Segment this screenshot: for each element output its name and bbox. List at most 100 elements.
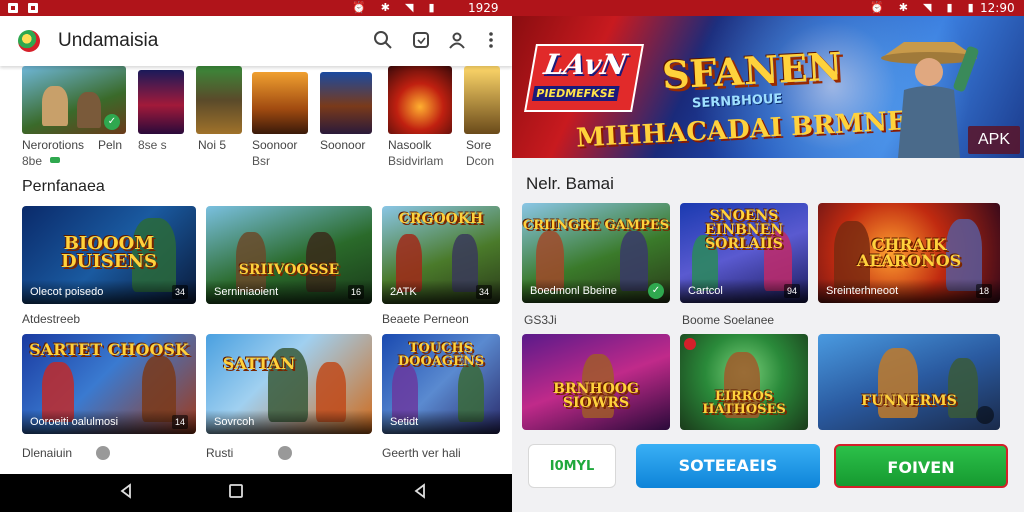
game-card[interactable]: EIRROS HATHOSES: [680, 334, 808, 430]
card-art-title: EIRROS HATHOSES: [702, 388, 786, 417]
game-card[interactable]: FUNNERMS: [818, 334, 1000, 430]
card-caption: Cartcol: [688, 285, 723, 297]
card-art-title: CRIINGRE GAMPES: [522, 218, 670, 233]
game-thumbnail[interactable]: [464, 66, 500, 134]
card-caption: Serniniaoient: [214, 286, 279, 298]
card-badge: 94: [784, 284, 800, 298]
game-card[interactable]: TOUCHS DOOAGENS Setidt: [382, 334, 500, 434]
game-card[interactable]: SRIIVOOSSE Serniniaoient 16: [206, 206, 372, 304]
status-bar: ⏰ ✱ ◥ ▮ 1929: [0, 0, 512, 16]
card-art-title: BRNHOOG SIOWRS: [553, 381, 639, 411]
game-card[interactable]: SNOENS EINBNEN SORLAIIS Cartcol 94: [680, 203, 808, 303]
app-logo-icon: [18, 30, 40, 52]
card-caption: Sovrcoh: [214, 416, 255, 428]
card-art-title: BIOOOM DUISENS: [61, 233, 157, 273]
search-icon[interactable]: [372, 30, 394, 52]
game-card[interactable]: SATTAN Sovrcoh: [206, 334, 372, 434]
game-name: Nasoolk: [388, 138, 432, 152]
game-meta: 8be: [22, 154, 43, 168]
cast-icon[interactable]: [410, 30, 432, 52]
section-title: Pernfanaea: [22, 178, 105, 195]
game-thumbnail[interactable]: [388, 66, 452, 134]
card-badge: 18: [976, 284, 992, 298]
app-bar: Undamaisia: [0, 16, 512, 66]
card-art-title: CRGOOKH: [398, 210, 484, 227]
game-thumbnail[interactable]: [138, 70, 184, 134]
verified-icon: ✓: [104, 114, 120, 130]
game-meta: 8se s: [138, 138, 167, 152]
game-meta: Dcon: [466, 154, 495, 168]
badge-icon: [684, 338, 696, 350]
foiven-button[interactable]: FOIVEN: [834, 444, 1008, 488]
download-icon[interactable]: [278, 446, 292, 460]
game-thumbnail[interactable]: ✓: [22, 66, 126, 134]
card-art-title: CHRAIK AEARONOS: [856, 235, 962, 270]
card-caption: Olecot poisedo: [30, 286, 104, 298]
promo-banner[interactable]: LAvN PIEDMEFKSE SFANEN SERNBHOUE MIHHACA…: [512, 16, 1024, 158]
game-meta: Bsidvirlam: [388, 154, 444, 168]
card-label: Geerth ver hali: [382, 446, 461, 460]
game-card[interactable]: CRIINGRE GAMPES Boedmonl Bbeine ✓: [522, 203, 670, 303]
home-icon[interactable]: [226, 483, 246, 503]
back-icon[interactable]: [116, 483, 136, 503]
status-icons: ⏰ ✱ ◥ ▮: [352, 2, 441, 14]
card-art-title: SARTET CHOOSK: [29, 340, 189, 359]
game-name: Soonoor: [320, 138, 366, 152]
banner-logo: LAvN PIEDMEFKSE: [524, 44, 644, 112]
card-badge: 16: [348, 285, 364, 299]
card-art-title: FUNNERMS: [861, 392, 957, 409]
notification-icon: [8, 3, 18, 13]
game-thumbnail[interactable]: [320, 72, 372, 134]
game-name: Peln: [98, 138, 123, 152]
card-label: GS3Ji: [524, 313, 557, 327]
back-icon[interactable]: [410, 483, 430, 503]
card-caption: Boedmonl Bbeine: [530, 285, 617, 297]
card-caption: Ooroeiti oalulmosi: [30, 416, 119, 428]
status-clock: 1929: [468, 1, 499, 15]
app-title: Undamaisia: [58, 30, 159, 51]
download-icon[interactable]: [976, 406, 994, 424]
game-name: Noi 5: [198, 138, 227, 152]
status-icons: ⏰ ✱ ◥ ▮ ▮: [870, 2, 980, 14]
card-art-title: SRIIVOOSSE: [238, 261, 340, 278]
banner-title: SFANEN: [660, 43, 844, 98]
game-card[interactable]: BRNHOOG SIOWRS: [522, 334, 670, 430]
game-card[interactable]: SARTET CHOOSK Ooroeiti oalulmosi 14: [22, 334, 196, 434]
status-bar: ⏰ ✱ ◥ ▮ ▮ 12:90: [512, 0, 1024, 16]
account-icon[interactable]: [446, 30, 468, 52]
game-name: Sore: [466, 138, 492, 152]
card-caption: 2ATK: [390, 286, 417, 298]
more-vert-icon[interactable]: [480, 30, 502, 52]
notification-icon: [28, 3, 38, 13]
card-badge: 14: [172, 415, 188, 429]
card-art-title: TOUCHS DOOAGENS: [397, 341, 485, 369]
game-name: Nerorotions: [22, 138, 85, 152]
game-card[interactable]: CHRAIK AEARONOS Sreinterhneoot 18: [818, 203, 1000, 303]
card-label: Atdestreeb: [22, 312, 81, 326]
status-clock: 12:90: [980, 1, 1015, 15]
card-caption: Setidt: [390, 416, 419, 428]
game-thumbnail[interactable]: [196, 66, 242, 134]
right-screen: ⏰ ✱ ◥ ▮ ▮ 12:90 LAvN PIEDMEFKSE SFANEN S…: [512, 0, 1024, 512]
card-label: Beaete Perneon: [382, 312, 469, 326]
card-caption: Sreinterhneoot: [826, 285, 899, 297]
card-badge: 34: [476, 285, 492, 299]
iomyl-button[interactable]: I0MYL: [528, 444, 616, 488]
game-card[interactable]: BIOOOM DUISENS Olecot poisedo 34: [22, 206, 196, 304]
rating-bar: [50, 157, 60, 163]
game-thumbnail[interactable]: [252, 72, 308, 134]
section-title: Nelr. Bamai: [526, 174, 614, 193]
download-icon[interactable]: [96, 446, 110, 460]
apk-tag: APK: [968, 126, 1020, 154]
card-label: Boome Soelanee: [682, 313, 775, 327]
card-art-title: SATTAN: [222, 354, 296, 373]
card-badge: 34: [172, 285, 188, 299]
card-art-title: SNOENS EINBNEN SORLAIIS: [704, 208, 784, 252]
navigation-bar: [0, 474, 512, 512]
soteeaeis-button[interactable]: SOTEEAEIS: [636, 444, 820, 488]
card-label: Rusti: [206, 446, 234, 460]
left-screen: ⏰ ✱ ◥ ▮ 1929 Undamaisia ✓ Nerorotions 8b…: [0, 0, 512, 512]
game-name: Soonoor: [252, 138, 298, 152]
game-card[interactable]: CRGOOKH 2ATK 34: [382, 206, 500, 304]
card-label: Dlenaiuin: [22, 446, 73, 460]
